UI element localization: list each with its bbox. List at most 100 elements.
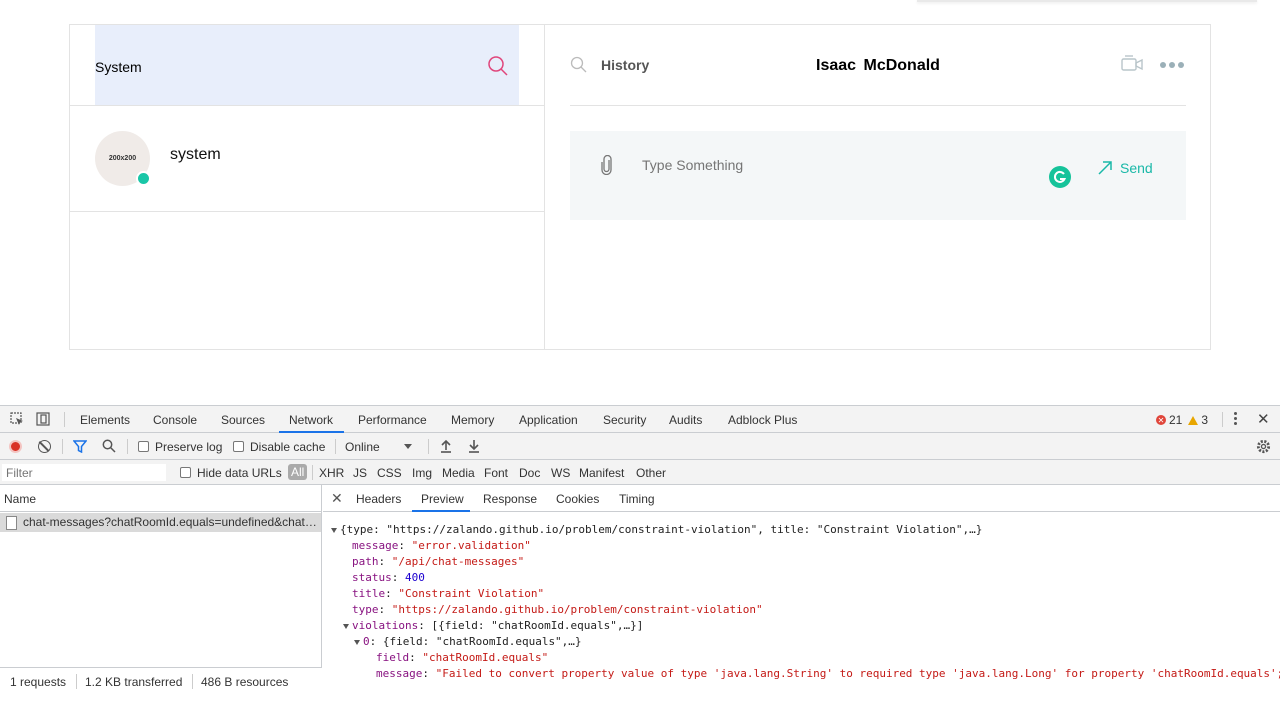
request-row[interactable]: chat-messages?chatRoomId.equals=undefine… [0,513,321,532]
tab-application[interactable]: Application [519,413,578,427]
transferred-size: 1.2 KB transferred [85,675,183,689]
devtools-menu-icon[interactable] [1234,412,1237,425]
document-icon [6,516,17,530]
json-value: "Failed to convert property value of typ… [435,667,1280,680]
json-value: {field: "chatRoomId.equals",…} [382,635,582,648]
close-devtools-icon[interactable]: ✕ [1257,410,1270,428]
message-composer: Send [570,131,1186,220]
contact-item[interactable]: 200x200 system [70,106,544,212]
tab-performance[interactable]: Performance [358,413,427,427]
close-detail-icon[interactable]: ✕ [331,490,343,507]
settings-gear-icon[interactable] [1256,439,1271,454]
type-filter-xhr[interactable]: XHR [319,466,344,480]
divider [76,674,77,689]
json-value: "error.validation" [411,539,531,552]
error-count: 21 [1169,413,1183,427]
network-filter-bar: Hide data URLs All XHR JS CSS Img Media … [0,460,1280,485]
attach-icon[interactable] [600,155,614,175]
json-row: type: "https://zalando.github.io/problem… [352,603,763,616]
disable-cache-checkbox[interactable] [233,441,244,452]
name-column-header[interactable]: Name [0,485,321,512]
history-button[interactable]: History [601,57,649,73]
preserve-log-checkbox[interactable] [138,441,149,452]
message-input[interactable] [642,157,942,173]
type-filter-manifest[interactable]: Manifest [579,466,624,480]
device-toolbar-icon[interactable] [36,412,50,426]
import-har-icon[interactable] [440,439,452,453]
tab-sources[interactable]: Sources [221,413,265,427]
contact-search[interactable]: System [95,25,519,105]
inspect-element-icon[interactable] [10,412,24,426]
request-detail-panel: ✕ Headers Preview Response Cookies Timin… [323,485,1280,694]
detail-tab-bar: ✕ Headers Preview Response Cookies Timin… [323,485,1280,512]
popup-edge [917,0,1257,2]
grammarly-icon[interactable] [1049,166,1071,188]
type-filter-ws[interactable]: WS [551,466,570,480]
disable-cache-label: Disable cache [250,440,326,454]
online-status-dot [136,171,151,186]
search-input[interactable]: System [95,59,142,75]
devtools-tab-bar: Elements Console Sources Network Perform… [0,406,1280,433]
type-filter-all[interactable]: All [288,464,308,480]
record-icon[interactable] [9,440,22,453]
contact-name: system [170,146,221,163]
expand-triangle-icon [343,623,349,629]
warning-count: 3 [1201,413,1209,427]
divider [192,674,193,689]
clear-icon[interactable] [38,440,51,453]
type-filter-font[interactable]: Font [484,466,508,480]
active-tab-indicator [412,510,470,512]
json-row: message: "error.validation" [352,539,531,552]
search-icon[interactable] [102,439,116,453]
network-summary-bar: 1 requests 1.2 KB transferred 486 B reso… [0,667,322,694]
type-filter-doc[interactable]: Doc [519,466,540,480]
send-button[interactable]: Send [1098,160,1153,176]
json-value: [{field: "chatRoomId.equals",…}] [431,619,644,632]
json-violations-row[interactable]: violations: [{field: "chatRoomId.equals"… [343,618,643,634]
search-icon[interactable] [487,55,509,77]
filter-input[interactable] [2,464,166,481]
tab-security[interactable]: Security [603,413,646,427]
tab-adblock-plus[interactable]: Adblock Plus [728,413,797,427]
json-value: "chatRoomId.equals" [422,651,549,664]
request-list: Name chat-messages?chatRoomId.equals=und… [0,485,322,694]
tab-console[interactable]: Console [153,413,197,427]
json-row: message: "Failed to convert property val… [376,666,1280,682]
tab-network[interactable]: Network [289,413,333,427]
type-filter-other[interactable]: Other [636,466,666,480]
type-filter-js[interactable]: JS [353,466,367,480]
tab-preview[interactable]: Preview [421,492,464,506]
type-filter-media[interactable]: Media [442,466,475,480]
conversation-panel: History Isaac McDonald Send [546,25,1210,349]
network-toolbar: Preserve log Disable cache Online [0,433,1280,460]
tab-response[interactable]: Response [483,492,537,506]
hide-data-urls-checkbox[interactable] [180,467,191,478]
divider [312,465,313,480]
json-root-row[interactable]: {type: "https://zalando.github.io/proble… [331,522,982,538]
video-call-icon[interactable] [1121,55,1143,73]
json-violation-0-row[interactable]: 0: {field: "chatRoomId.equals",…} [354,634,582,650]
export-har-icon[interactable] [468,439,480,453]
preserve-log-label: Preserve log [155,440,223,454]
tab-audits[interactable]: Audits [669,413,702,427]
expand-triangle-icon [331,527,337,533]
type-filter-css[interactable]: CSS [377,466,402,480]
tab-elements[interactable]: Elements [80,413,130,427]
type-filter-img[interactable]: Img [412,466,432,480]
history-search-icon[interactable] [570,56,588,74]
tab-timing[interactable]: Timing [619,492,655,506]
throttling-select[interactable]: Online [345,440,380,454]
devtools-panel: Elements Console Sources Network Perform… [0,405,1280,694]
contacts-panel: System 200x200 system [70,25,545,349]
json-value: "/api/chat-messages" [391,555,525,568]
tab-headers[interactable]: Headers [356,492,401,506]
filter-icon[interactable] [73,440,87,453]
error-warning-counter[interactable]: ✕ 21 3 [1156,413,1208,427]
hide-data-urls-label: Hide data URLs [197,466,282,480]
tab-memory[interactable]: Memory [451,413,494,427]
divider [62,439,63,454]
tab-cookies[interactable]: Cookies [556,492,599,506]
request-name: chat-messages?chatRoomId.equals=undefine… [23,515,321,529]
warning-icon [1188,415,1199,425]
more-options-icon[interactable] [1160,62,1184,68]
